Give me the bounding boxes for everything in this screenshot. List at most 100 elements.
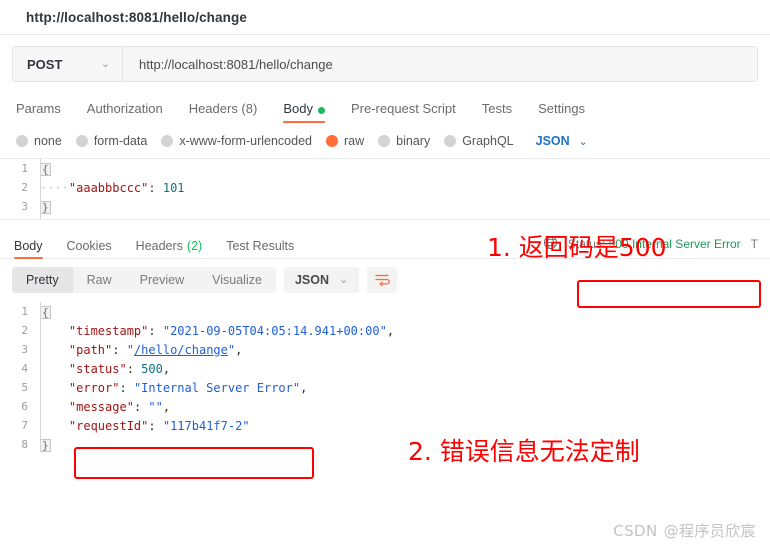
- response-tab-headers[interactable]: Headers (2): [124, 239, 215, 259]
- body-type-graphql[interactable]: GraphQL: [444, 134, 514, 148]
- view-mode-visualize[interactable]: Visualize: [198, 267, 276, 293]
- response-time-truncated: T: [750, 236, 758, 251]
- body-present-dot-icon: [317, 107, 325, 114]
- fold-marker[interactable]: {: [40, 305, 51, 319]
- view-mode-label: Raw: [86, 273, 112, 287]
- code-line: 1 {: [0, 302, 770, 321]
- response-body-viewer[interactable]: 1 { 2 "timestamp": "2021-09-05T04:05:14.…: [0, 302, 770, 452]
- chevron-down-icon: ⌄: [339, 273, 349, 286]
- code-line: 3 }: [0, 197, 770, 216]
- code-text: "status": 500,: [68, 361, 171, 376]
- json-string-value: "": [148, 399, 163, 414]
- word-wrap-button[interactable]: [367, 267, 398, 293]
- fold-marker[interactable]: }: [40, 200, 51, 214]
- code-line: 1 {: [0, 159, 770, 178]
- fold-marker[interactable]: }: [40, 438, 51, 452]
- tab-label: Pre-request Script: [350, 101, 456, 116]
- tab-settings[interactable]: Settings: [525, 101, 598, 123]
- json-key: "status": [68, 361, 127, 376]
- tab-label: Headers (8): [188, 101, 258, 116]
- line-number: 1: [21, 162, 28, 175]
- code-text: "error": "Internal Server Error",: [68, 380, 308, 395]
- tab-pre-request-script[interactable]: Pre-request Script: [338, 101, 469, 123]
- url-text: http://localhost:8081/hello/change: [139, 56, 333, 72]
- line-number: 3: [21, 343, 28, 356]
- code-text: "requestId": "117b41f7-2": [68, 418, 250, 433]
- code-text: }: [40, 438, 51, 452]
- body-type-urlencoded[interactable]: x-www-form-urlencoded: [161, 134, 312, 148]
- json-number-value: 101: [162, 180, 185, 195]
- tab-label: Tests: [481, 101, 513, 116]
- json-key: "path": [68, 342, 113, 357]
- url-input[interactable]: http://localhost:8081/hello/change: [123, 47, 757, 81]
- tab-label: Settings: [538, 101, 586, 116]
- tab-label: Body: [14, 238, 43, 253]
- response-tab-body[interactable]: Body: [14, 239, 55, 259]
- tab-body[interactable]: Body: [270, 101, 338, 123]
- tab-label: Headers: [135, 238, 183, 253]
- request-body-format-select[interactable]: JSON ⌄: [536, 134, 588, 148]
- body-type-label: GraphQL: [462, 134, 514, 148]
- json-key: "message": [68, 399, 134, 414]
- body-type-label: form-data: [93, 134, 148, 148]
- json-key: "error": [68, 380, 120, 395]
- code-line: 6 "message": "",: [0, 397, 770, 416]
- headers-count: (2): [186, 238, 203, 253]
- chevron-down-icon: ⌄: [100, 57, 110, 70]
- line-number: 5: [21, 381, 28, 394]
- path-link[interactable]: /hello/change: [134, 343, 228, 357]
- radio-selected-icon: [326, 135, 338, 147]
- response-tab-cookies[interactable]: Cookies: [55, 239, 124, 259]
- view-mode-pretty[interactable]: Pretty: [12, 267, 73, 293]
- json-string-value: "117b41f7-2": [162, 418, 250, 433]
- indent-dots: ····: [40, 180, 69, 195]
- json-number-value: 500: [141, 361, 163, 376]
- line-number: 3: [21, 200, 28, 213]
- tab-tests[interactable]: Tests: [469, 101, 525, 123]
- code-line: 8 }: [0, 435, 770, 454]
- tab-headers[interactable]: Headers (8): [176, 101, 271, 123]
- code-line: 3 "path": "/hello/change",: [0, 340, 770, 359]
- view-mode-label: Preview: [139, 273, 185, 287]
- body-type-label: raw: [344, 134, 365, 148]
- view-mode-preview[interactable]: Preview: [126, 267, 198, 293]
- code-text: "timestamp": "2021-09-05T04:05:14.941+00…: [68, 323, 395, 338]
- body-type-label: none: [34, 134, 62, 148]
- body-type-form-data[interactable]: form-data: [75, 134, 148, 148]
- tab-label: Cookies: [66, 238, 112, 253]
- radio-icon: [378, 135, 391, 147]
- code-line: 2 "timestamp": "2021-09-05T04:05:14.941+…: [0, 321, 770, 340]
- request-body-editor[interactable]: 1 { 2 ····"aaabbbccc": 101 3 }: [0, 158, 770, 220]
- page-title: http://localhost:8081/hello/change: [26, 9, 247, 25]
- body-type-raw[interactable]: raw: [326, 134, 364, 148]
- tab-authorization[interactable]: Authorization: [74, 101, 176, 123]
- response-format-select[interactable]: JSON ⌄: [283, 267, 360, 293]
- json-colon: :: [148, 180, 163, 195]
- code-line: 2 ····"aaabbbccc": 101: [0, 178, 770, 197]
- radio-icon: [444, 135, 457, 147]
- body-type-none[interactable]: none: [16, 134, 62, 148]
- json-key: "timestamp": [68, 323, 149, 338]
- line-number: 4: [21, 362, 28, 375]
- http-method-select[interactable]: POST ⌄: [13, 47, 123, 81]
- tab-label: Authorization: [86, 101, 163, 116]
- view-mode-raw[interactable]: Raw: [73, 267, 126, 293]
- watermark-author: @程序员欣宸: [663, 522, 756, 540]
- code-line: 7 "requestId": "117b41f7-2": [0, 416, 770, 435]
- tab-params[interactable]: Params: [14, 101, 74, 123]
- code-text: {: [40, 305, 51, 319]
- response-tab-test-results[interactable]: Test Results: [214, 239, 306, 259]
- json-string-value: "Internal Server Error": [133, 380, 301, 395]
- response-viewer-toolbar: Pretty Raw Preview Visualize JSON ⌄: [12, 267, 770, 293]
- fold-marker[interactable]: {: [40, 162, 51, 176]
- editor-gutter-divider: [40, 159, 41, 219]
- watermark-brand: CSDN: [613, 522, 658, 540]
- json-key: "aaabbbccc": [68, 180, 149, 195]
- line-number: 7: [21, 419, 28, 432]
- line-number: 8: [21, 438, 28, 451]
- response-view-mode-group: Pretty Raw Preview Visualize: [12, 267, 276, 293]
- code-line: 4 "status": 500,: [0, 359, 770, 378]
- body-type-binary[interactable]: binary: [378, 134, 430, 148]
- json-key: "requestId": [68, 418, 149, 433]
- line-number: 2: [21, 181, 28, 194]
